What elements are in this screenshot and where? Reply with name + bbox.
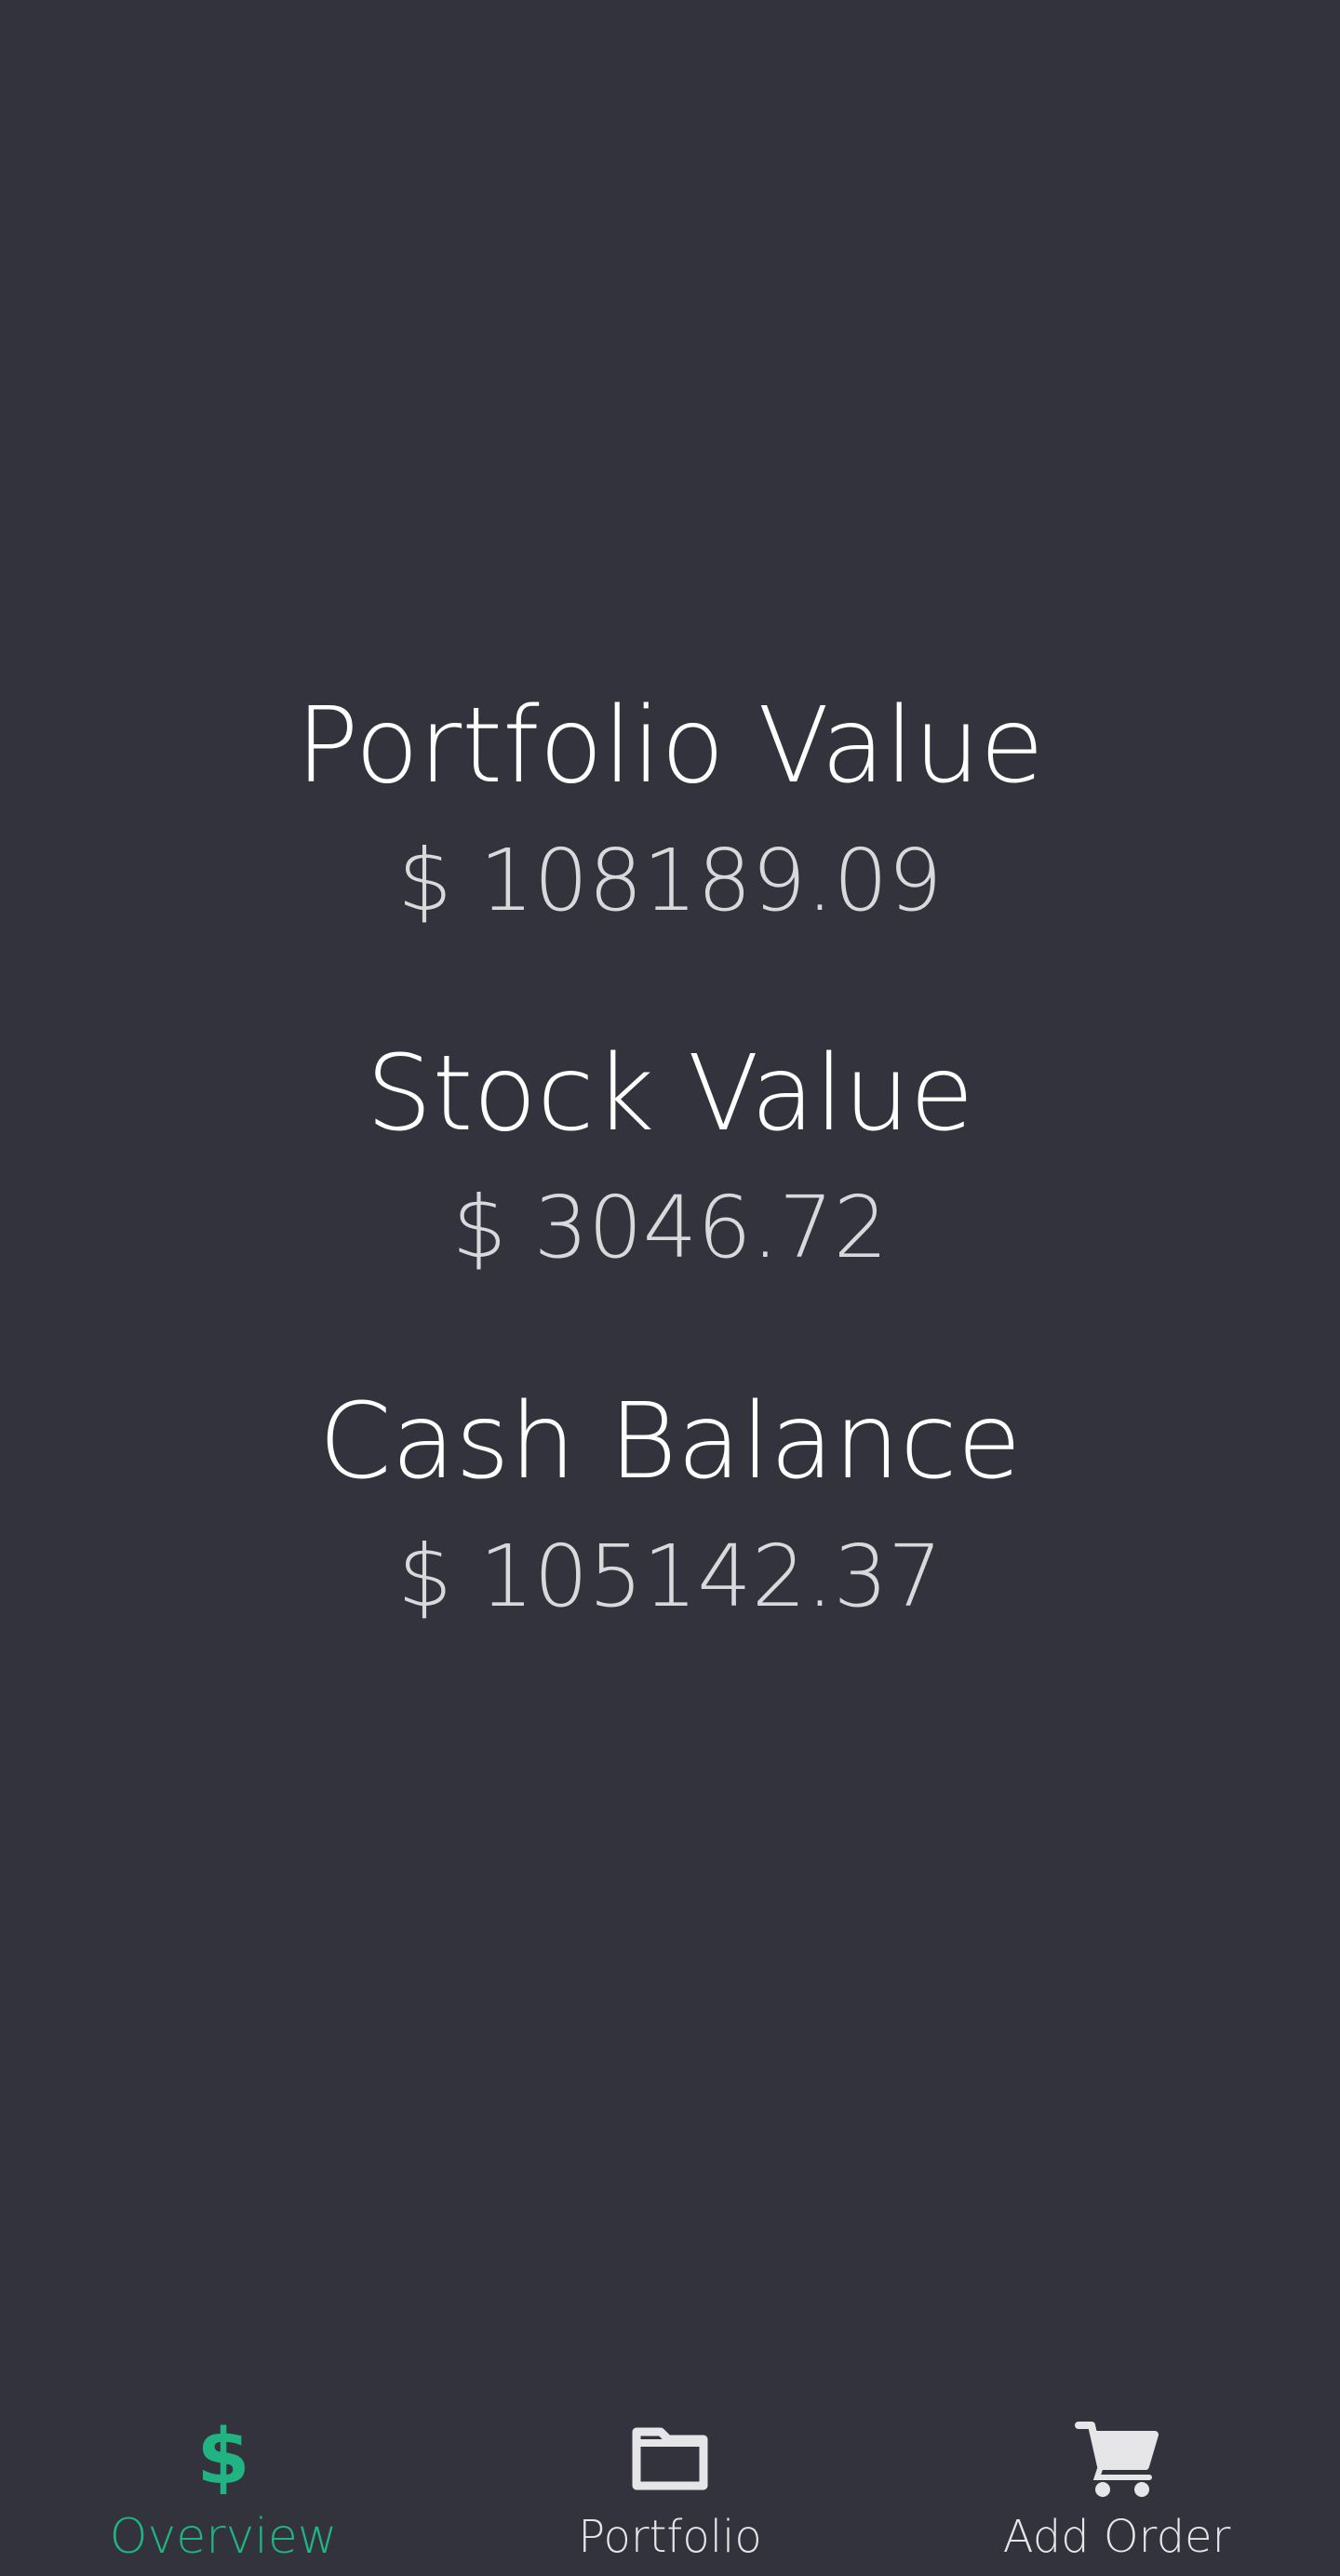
cash-balance-label: Cash Balance [318, 1381, 1022, 1502]
cart-icon [1075, 2416, 1159, 2500]
folder-icon [628, 2416, 712, 2500]
portfolio-value-label: Portfolio Value [296, 686, 1044, 807]
portfolio-value-amount: $ 108189.09 [397, 831, 943, 930]
stock-value-label: Stock Value [366, 1034, 974, 1155]
bottom-navigation: $ Overview Portfolio Add Order [0, 2390, 1340, 2576]
overview-screen: Portfolio Value $ 108189.09 Stock Value … [0, 0, 1340, 2576]
tab-overview[interactable]: $ Overview [0, 2390, 447, 2576]
dollar-icon: $ [196, 2413, 250, 2502]
tab-portfolio-label: Portfolio [578, 2511, 762, 2563]
tab-overview-label: Overview [109, 2509, 338, 2565]
tab-portfolio[interactable]: Portfolio [447, 2390, 893, 2576]
cash-balance-amount: $ 105142.37 [397, 1527, 943, 1626]
tab-add-order[interactable]: Add Order [893, 2390, 1340, 2576]
stock-value-amount: $ 3046.72 [451, 1178, 889, 1277]
tab-add-order-label: Add Order [1002, 2511, 1231, 2563]
